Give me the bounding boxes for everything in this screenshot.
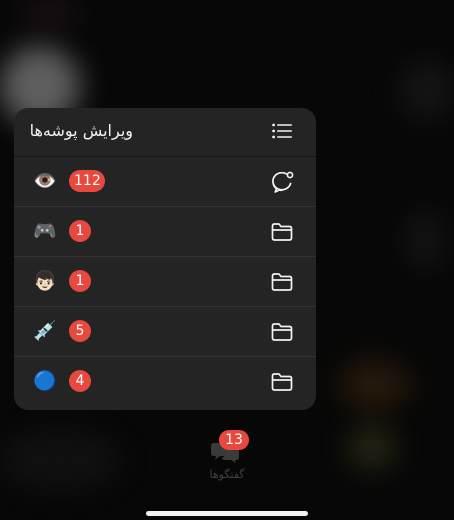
unread-badge: 1 bbox=[69, 220, 91, 242]
folder-row[interactable]: 🎮 1 bbox=[14, 207, 316, 257]
syringe-emoji: 💉 bbox=[33, 320, 57, 342]
folder-icon bbox=[271, 223, 293, 241]
chats-tab-label: گفتگوها bbox=[209, 468, 245, 481]
unread-badge: 5 bbox=[69, 320, 91, 342]
chats-unread-badge: 13 bbox=[219, 430, 249, 450]
folder-row[interactable]: 👦🏻 1 bbox=[14, 257, 316, 307]
unread-badge: 4 bbox=[69, 370, 91, 392]
blue-circle-emoji: 🔵 bbox=[33, 370, 57, 392]
folder-icon bbox=[271, 273, 293, 291]
blurred-shape bbox=[348, 425, 396, 469]
folder-row[interactable]: 👁️ 112 bbox=[14, 157, 316, 207]
home-indicator[interactable] bbox=[146, 511, 308, 516]
blurred-shape bbox=[20, 0, 80, 26]
folder-row[interactable]: 🔵 4 bbox=[14, 357, 316, 406]
unread-badge: 112 bbox=[69, 170, 105, 192]
folder-icon bbox=[271, 373, 293, 391]
edit-folders-item[interactable]: ویرایش پوشه‌ها bbox=[14, 108, 316, 157]
new-chat-icon bbox=[272, 171, 294, 193]
blurred-shape bbox=[0, 430, 120, 490]
eye-emoji: 👁️ bbox=[33, 170, 57, 192]
menu-title: ویرایش پوشه‌ها bbox=[29, 121, 133, 140]
blurred-shape bbox=[400, 60, 454, 120]
blurred-shape bbox=[405, 210, 445, 270]
folder-icon bbox=[271, 323, 293, 341]
folder-list: 👁️ 112 🎮 1 👦🏻 1 💉 5 🔵 4 bbox=[14, 157, 316, 406]
folder-row[interactable]: 💉 5 bbox=[14, 307, 316, 357]
game-controller-emoji: 🎮 bbox=[33, 220, 57, 242]
list-icon bbox=[272, 123, 292, 139]
boy-emoji: 👦🏻 bbox=[33, 270, 57, 292]
folders-context-menu: ویرایش پوشه‌ها 👁️ 112 🎮 1 👦� bbox=[14, 108, 316, 410]
unread-badge: 1 bbox=[69, 270, 91, 292]
blurred-shape bbox=[340, 360, 410, 410]
